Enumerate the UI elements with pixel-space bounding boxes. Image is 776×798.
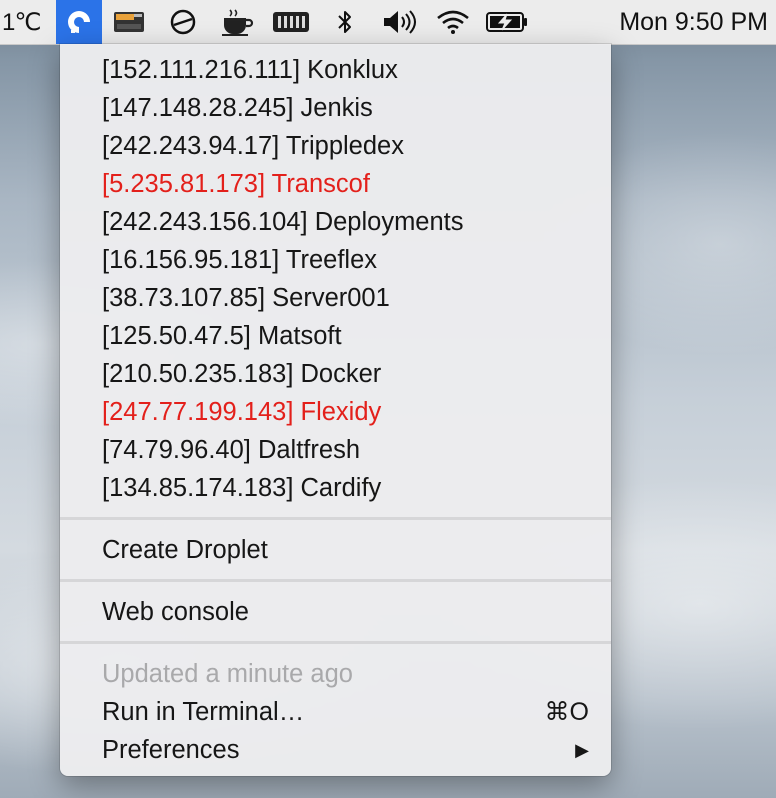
digitalocean-icon[interactable]: [56, 0, 102, 44]
create-droplet-item[interactable]: Create Droplet: [60, 531, 611, 569]
droplet-item-konklux[interactable]: [152.111.216.111] Konklux: [60, 51, 611, 89]
droplet-item-deployments[interactable]: [242.243.156.104] Deployments: [60, 203, 611, 241]
droplet-item-transcof[interactable]: [5.235.81.173] Transcof: [60, 165, 611, 203]
circle-slash-icon[interactable]: [156, 0, 210, 44]
menu-bar: 1℃ Mon 9:50 PM: [0, 0, 776, 45]
volume-icon[interactable]: [372, 0, 426, 44]
run-in-terminal-shortcut: ⌘O: [544, 698, 589, 726]
bluetooth-icon[interactable]: [318, 0, 372, 44]
menu-separator: [60, 631, 611, 655]
run-in-terminal-label: Run in Terminal…: [102, 698, 305, 726]
preferences-item[interactable]: Preferences ▶: [60, 731, 611, 769]
battery-charging-icon[interactable]: [480, 0, 534, 44]
drive-icon[interactable]: [102, 0, 156, 44]
droplet-item-daltfresh[interactable]: [74.79.96.40] Daltfresh: [60, 431, 611, 469]
droplet-item-treeflex[interactable]: [16.156.95.181] Treeflex: [60, 241, 611, 279]
droplet-item-server001[interactable]: [38.73.107.85] Server001: [60, 279, 611, 317]
temperature-status[interactable]: 1℃: [0, 0, 56, 44]
menu-separator: [60, 569, 611, 593]
droplet-item-cardify[interactable]: [134.85.174.183] Cardify: [60, 469, 611, 507]
preferences-label: Preferences: [102, 736, 240, 764]
run-in-terminal-item[interactable]: Run in Terminal… ⌘O: [60, 693, 611, 731]
memory-icon[interactable]: [264, 0, 318, 44]
updated-status: Updated a minute ago: [102, 660, 353, 688]
web-console-item[interactable]: Web console: [60, 593, 611, 631]
coffee-cup-icon[interactable]: [210, 0, 264, 44]
droplet-item-docker[interactable]: [210.50.235.183] Docker: [60, 355, 611, 393]
digitalocean-dropdown-menu: [152.111.216.111] Konklux [147.148.28.24…: [60, 44, 611, 776]
droplet-item-matsoft[interactable]: [125.50.47.5] Matsoft: [60, 317, 611, 355]
menu-separator: [60, 507, 611, 531]
submenu-arrow-icon: ▶: [575, 740, 589, 760]
droplet-item-jenkis[interactable]: [147.148.28.245] Jenkis: [60, 89, 611, 127]
wifi-icon[interactable]: [426, 0, 480, 44]
droplet-item-trippledex[interactable]: [242.243.94.17] Trippledex: [60, 127, 611, 165]
clock[interactable]: Mon 9:50 PM: [534, 0, 776, 44]
droplet-item-flexidy[interactable]: [247.77.199.143] Flexidy: [60, 393, 611, 431]
